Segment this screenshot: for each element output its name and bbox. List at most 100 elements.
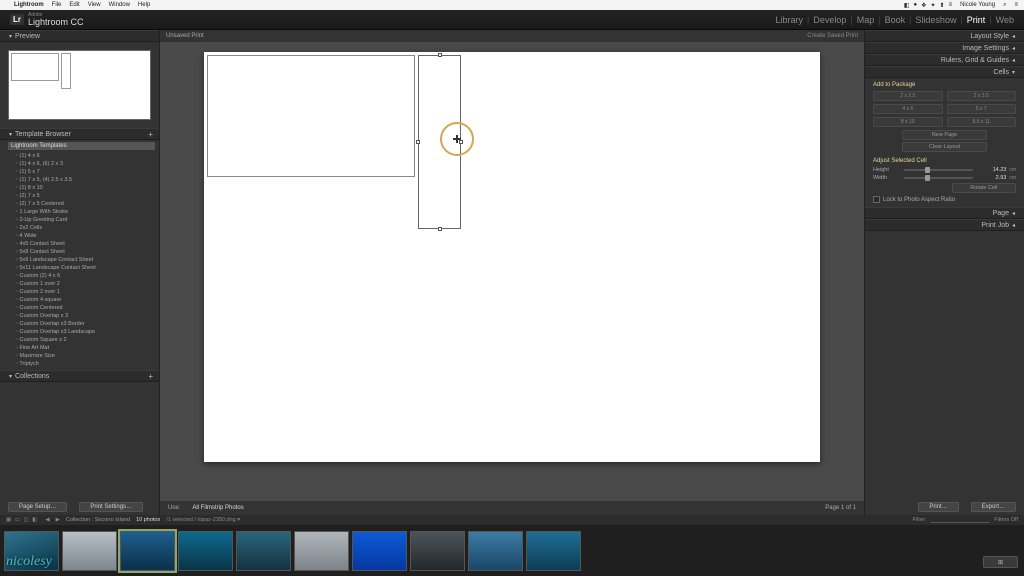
print-page[interactable] [204, 52, 820, 462]
page-panel-header[interactable]: Page◂ [865, 207, 1024, 219]
new-page-button[interactable]: New Page [902, 130, 988, 140]
secondary-display-button[interactable]: ⊞ [983, 556, 1018, 568]
template-item[interactable]: Custom 1 over 2 [16, 280, 155, 288]
template-item[interactable]: 5x11 Landscape Contact Sheet [16, 264, 155, 272]
template-item[interactable]: 4 Wide [16, 232, 155, 240]
print-canvas[interactable] [160, 42, 864, 501]
print-cell-1[interactable] [207, 55, 415, 177]
template-item[interactable]: Maximize Size [16, 352, 155, 360]
size-5x7[interactable]: 5 x 7 [947, 104, 1017, 114]
status-icon[interactable]: ❖ [921, 2, 926, 9]
filter-field[interactable] [930, 517, 990, 523]
menu-help[interactable]: Help [138, 2, 150, 8]
filmstrip[interactable]: nicolesy ⊞ [0, 525, 1024, 576]
template-item[interactable]: (1) 4 x 6 [16, 152, 155, 160]
status-icon[interactable]: ≡ [949, 2, 953, 8]
status-icon[interactable]: ✦ [931, 2, 936, 9]
add-collection-icon[interactable]: + [148, 372, 153, 381]
template-item[interactable]: Custom Overlap x3 Landscape [16, 328, 155, 336]
print-cell-2-selected[interactable] [418, 55, 461, 229]
template-category-lightroom[interactable]: Lightroom Templates [8, 142, 155, 150]
filmstrip-thumb[interactable] [468, 531, 523, 571]
preview-panel-header[interactable]: ▾ Preview [0, 30, 159, 42]
print-button[interactable]: Print… [918, 502, 958, 512]
menubar-app[interactable]: Lightroom [14, 2, 44, 8]
filmstrip-thumb[interactable] [294, 531, 349, 571]
template-item[interactable]: (1) 4 x 6, (6) 2 x 3 [16, 160, 155, 168]
menubar-user[interactable]: Nicole Young [960, 2, 995, 8]
template-item[interactable]: (1) 5 x 7 [16, 168, 155, 176]
module-map[interactable]: Map [857, 15, 875, 25]
grid-icon[interactable]: ▦ [6, 517, 11, 523]
status-icon[interactable]: ● [913, 2, 917, 8]
image-settings-header[interactable]: Image Settings◂ [865, 42, 1024, 54]
filters-off-toggle[interactable]: Filters Off [994, 517, 1018, 523]
template-item[interactable]: Custom Overlap x3 Border [16, 320, 155, 328]
filmstrip-thumb[interactable] [526, 531, 581, 571]
menubar-menu-icon[interactable]: ≡ [1014, 2, 1018, 8]
filmstrip-thumb[interactable] [236, 531, 291, 571]
use-value[interactable]: All Filmstrip Photos [192, 505, 243, 511]
loupe-icon[interactable]: ◫ [23, 517, 28, 523]
module-web[interactable]: Web [996, 15, 1014, 25]
size-8x10[interactable]: 8 x 10 [873, 117, 943, 127]
filmstrip-thumb[interactable] [410, 531, 465, 571]
template-item[interactable]: Fine Art Mat [16, 344, 155, 352]
collection-crumb[interactable]: Collection : Socorro Island [66, 517, 130, 523]
cells-header[interactable]: Cells▾ [865, 66, 1024, 78]
export-button[interactable]: Export… [971, 502, 1016, 512]
height-slider[interactable] [904, 169, 973, 171]
template-item[interactable]: (1) 8 x 10 [16, 184, 155, 192]
menu-view[interactable]: View [88, 2, 101, 8]
filmstrip-thumb[interactable] [120, 531, 175, 571]
template-list[interactable]: Lightroom Templates (1) 4 x 6(1) 4 x 6, … [0, 140, 159, 370]
add-template-icon[interactable]: + [148, 130, 153, 139]
survey-icon[interactable]: ◧ [32, 517, 37, 523]
template-item[interactable]: (2) 7 x 5 Centered [16, 200, 155, 208]
width-slider[interactable] [904, 177, 973, 179]
rotate-cell-button[interactable]: Rotate Cell [952, 183, 1016, 193]
size-4x6[interactable]: 4 x 6 [873, 104, 943, 114]
filmstrip-thumb[interactable] [352, 531, 407, 571]
rulers-grid-header[interactable]: Rulers, Grid & Guides◂ [865, 54, 1024, 66]
template-item[interactable]: (1) 7 x 5, (4) 2.5 x 3.5 [16, 176, 155, 184]
page-setup-button[interactable]: Page Setup… [8, 502, 67, 512]
template-item[interactable]: Custom Centered [16, 304, 155, 312]
print-settings-button[interactable]: Print Settings… [79, 502, 143, 512]
search-icon[interactable]: ⌕ [1003, 2, 1006, 9]
template-item[interactable]: Custom Overlap x 3 [16, 312, 155, 320]
layout-style-header[interactable]: Layout Style◂ [865, 30, 1024, 42]
size-8.5x11[interactable]: 8.5 x 11 [947, 117, 1017, 127]
menu-edit[interactable]: Edit [69, 2, 79, 8]
filmstrip-thumb[interactable] [178, 531, 233, 571]
clear-layout-button[interactable]: Clear Layout [902, 142, 988, 152]
menu-window[interactable]: Window [109, 2, 130, 8]
module-print[interactable]: Print [967, 15, 986, 25]
lock-aspect-checkbox[interactable] [873, 196, 880, 203]
collections-panel-header[interactable]: ▾ Collections + [0, 370, 159, 382]
nav-prev-icon[interactable]: ◀ [45, 517, 49, 523]
template-item[interactable]: Custom 4 square [16, 296, 155, 304]
height-value[interactable]: 14.23 [976, 167, 1006, 173]
template-item[interactable]: Custom (2) 4 x 6 [16, 272, 155, 280]
nav-next-icon[interactable]: ▶ [56, 517, 60, 523]
filmstrip-thumb[interactable] [4, 531, 59, 571]
selected-file[interactable]: /1 selected / topaz-2350.dng ▾ [166, 517, 240, 523]
size-2x2.5[interactable]: 2 x 2.5 [873, 91, 943, 101]
lock-aspect-row[interactable]: Lock to Photo Aspect Ratio [873, 196, 1016, 203]
template-browser-header[interactable]: ▾ Template Browser + [0, 128, 159, 140]
create-saved-print-button[interactable]: Create Saved Print [807, 33, 858, 39]
print-job-header[interactable]: Print Job◂ [865, 219, 1024, 231]
template-item[interactable]: 2-Up Greeting Card [16, 216, 155, 224]
template-item[interactable]: (2) 7 x 5 [16, 192, 155, 200]
template-item[interactable]: 4x5 Contact Sheet [16, 240, 155, 248]
width-value[interactable]: 2.93 [976, 175, 1006, 181]
template-item[interactable]: 1 Large With Stroke [16, 208, 155, 216]
template-item[interactable]: 5x9 Landscape Contact Sheet [16, 256, 155, 264]
template-item[interactable]: 2x2 Cells [16, 224, 155, 232]
filmstrip-thumb[interactable] [62, 531, 117, 571]
template-item[interactable]: Custom Square x 2 [16, 336, 155, 344]
template-item[interactable]: Triptych [16, 360, 155, 368]
module-library[interactable]: Library [775, 15, 803, 25]
template-item[interactable]: Custom 2 over 1 [16, 288, 155, 296]
